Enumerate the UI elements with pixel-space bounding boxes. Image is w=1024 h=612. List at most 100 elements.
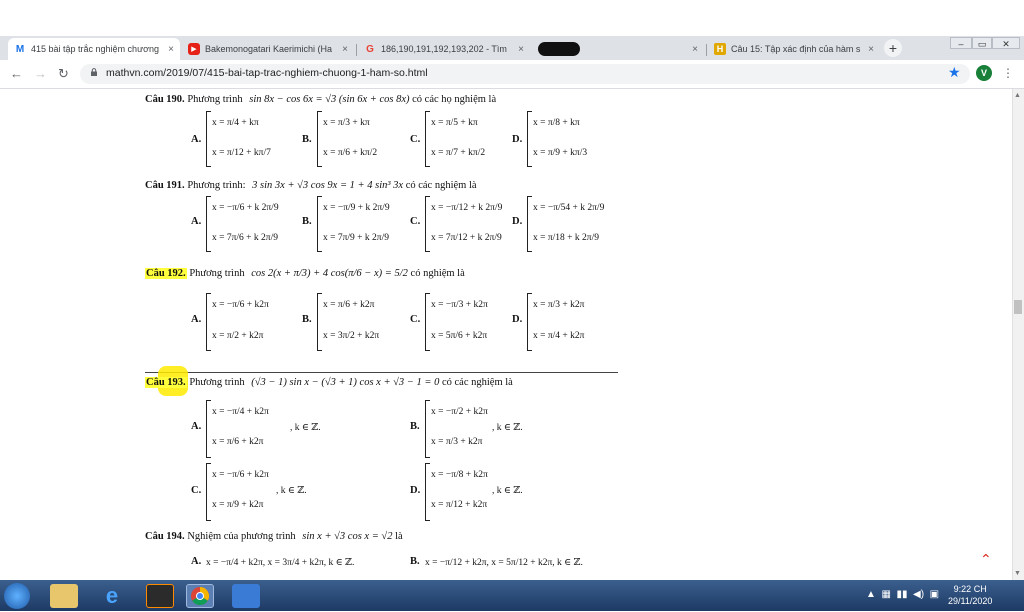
- tab-title: 186,190,191,192,193,202 - Tìm: [381, 44, 507, 54]
- q193-option-b[interactable]: B.: [410, 421, 420, 432]
- scroll-up-icon[interactable]: ▲: [1014, 92, 1021, 99]
- q191-option-d[interactable]: D.: [512, 216, 522, 227]
- url-text[interactable]: mathvn.com/2019/07/415-bai-tap-trac-nghi…: [106, 67, 428, 79]
- redaction-mark: [538, 42, 580, 56]
- tab-redacted[interactable]: ×: [532, 38, 704, 60]
- q190-d-line1: x = π/8 + kπ: [533, 118, 580, 128]
- reload-icon[interactable]: ↻: [58, 66, 69, 82]
- tab-title: Câu 15: Tập xác định của hàm s: [731, 44, 861, 54]
- q190-a-line2: x = π/12 + kπ/7: [212, 148, 271, 158]
- tab-google-search[interactable]: G 186,190,191,192,193,202 - Tìm ×: [358, 38, 530, 60]
- scroll-to-top-icon[interactable]: ⌃: [980, 551, 992, 568]
- q190-b-line2: x = π/6 + kπ/2: [323, 148, 378, 158]
- tab-title: 415 bài tập trắc nghiệm chương: [31, 44, 160, 54]
- close-window-button[interactable]: ✕: [992, 37, 1020, 49]
- media-player-icon[interactable]: [146, 584, 174, 608]
- q191-d-line2: x = π/18 + k 2π/9: [533, 233, 599, 243]
- top-strip: [0, 0, 1024, 36]
- q190-b-line1: x = π/3 + kπ: [323, 118, 370, 128]
- close-tab-icon[interactable]: ×: [518, 44, 524, 55]
- question-190: Câu 190. Phương trình sin 8x − cos 6x = …: [145, 94, 497, 105]
- tab-title: Bakemonogatari Kaerimichi (Ha: [205, 44, 333, 54]
- q191-option-b[interactable]: B.: [302, 216, 312, 227]
- tab-415-bai-tap[interactable]: M 415 bài tập trắc nghiệm chương ×: [8, 38, 180, 60]
- tab-bar: M 415 bài tập trắc nghiệm chương × ▶ Bak…: [0, 36, 1024, 60]
- q191-a-line2: x = 7π/6 + k 2π/9: [212, 233, 278, 243]
- chrome-taskbar-icon[interactable]: [186, 584, 214, 608]
- q193-d-line1: x = −π/8 + k2π: [431, 470, 488, 480]
- q191-b-line2: x = 7π/9 + k 2π/9: [323, 233, 389, 243]
- gmail-icon: M: [15, 43, 25, 55]
- q192-option-a[interactable]: A.: [191, 314, 201, 325]
- q191-option-c[interactable]: C.: [410, 216, 420, 227]
- minimize-button[interactable]: –: [950, 37, 972, 49]
- scrollbar-thumb[interactable]: [1014, 300, 1022, 314]
- new-tab-button[interactable]: +: [884, 39, 902, 57]
- q191-a-line1: x = −π/6 + k 2π/9: [212, 203, 279, 213]
- q193-a-line2: x = π/6 + k2π: [212, 437, 264, 447]
- question-193: Câu 193. Phương trình (√3 − 1) sin x − (…: [145, 377, 513, 388]
- q194-a-text: x = −π/4 + k2π, x = 3π/4 + k2π, k ∈ ℤ.: [206, 558, 355, 568]
- close-tab-icon[interactable]: ×: [868, 44, 874, 55]
- youtube-icon: ▶: [188, 43, 200, 55]
- q192-option-d[interactable]: D.: [512, 314, 522, 325]
- q193-d-suffix: , k ∈ ℤ.: [492, 486, 523, 496]
- menu-icon[interactable]: ⋮: [1002, 66, 1014, 80]
- start-button[interactable]: [4, 583, 30, 609]
- q190-option-a[interactable]: A.: [191, 134, 201, 145]
- q191-option-a[interactable]: A.: [191, 216, 201, 227]
- maximize-button[interactable]: ▭: [972, 37, 992, 49]
- scroll-down-icon[interactable]: ▼: [1014, 570, 1021, 577]
- q193-c-line1: x = −π/6 + k2π: [212, 470, 269, 480]
- page-content: [0, 89, 1012, 580]
- q192-d-line1: x = π/3 + k2π: [533, 300, 585, 310]
- q190-a-line1: x = π/4 + kπ: [212, 118, 259, 128]
- q190-option-c[interactable]: C.: [410, 134, 420, 145]
- avatar[interactable]: V: [976, 65, 992, 81]
- q193-b-line2: x = π/3 + k2π: [431, 437, 483, 447]
- q190-option-b[interactable]: B.: [302, 134, 312, 145]
- close-tab-icon[interactable]: ×: [692, 44, 698, 55]
- question-192: Câu 192. Phương trình cos 2(x + π/3) + 4…: [145, 268, 465, 279]
- q192-option-c[interactable]: C.: [410, 314, 420, 325]
- clock[interactable]: 9:22 CH 29/11/2020: [948, 583, 992, 607]
- q193-option-d[interactable]: D.: [410, 485, 420, 496]
- remote-desktop-icon[interactable]: [232, 584, 260, 608]
- google-icon: G: [366, 43, 374, 55]
- q192-a-line1: x = −π/6 + k2π: [212, 300, 269, 310]
- tab-bakemonogatari[interactable]: ▶ Bakemonogatari Kaerimichi (Ha ×: [182, 38, 354, 60]
- tab-cau-15[interactable]: H Câu 15: Tập xác định của hàm s ×: [708, 38, 880, 60]
- scrollbar[interactable]: [1012, 89, 1024, 580]
- file-explorer-icon[interactable]: [50, 584, 78, 608]
- q190-d-line2: x = π/9 + kπ/3: [533, 148, 588, 158]
- q193-option-a[interactable]: A.: [191, 421, 201, 432]
- q192-c-line1: x = −π/3 + k2π: [431, 300, 488, 310]
- q190-option-d[interactable]: D.: [512, 134, 522, 145]
- q192-b-line2: x = 3π/2 + k2π: [323, 331, 380, 341]
- internet-explorer-icon[interactable]: e: [98, 584, 126, 608]
- q194-option-a[interactable]: A.: [191, 556, 201, 567]
- q190-c-line1: x = π/5 + kπ: [431, 118, 478, 128]
- divider: [145, 372, 618, 373]
- close-tab-icon[interactable]: ×: [168, 44, 174, 55]
- q191-d-line1: x = −π/54 + k 2π/9: [533, 203, 605, 213]
- system-tray-icons[interactable]: ▲ ▦ ▮▮ ◀) ▣: [866, 589, 939, 600]
- q192-a-line2: x = π/2 + k2π: [212, 331, 264, 341]
- q193-option-c[interactable]: C.: [191, 485, 201, 496]
- question-194: Câu 194. Nghiệm của phương trình sin x +…: [145, 531, 403, 542]
- q193-b-suffix: , k ∈ ℤ.: [492, 423, 523, 433]
- q194-option-b[interactable]: B.: [410, 556, 420, 567]
- q191-b-line1: x = −π/9 + k 2π/9: [323, 203, 390, 213]
- bookmark-star-icon[interactable]: ★: [948, 64, 961, 81]
- hoc24-icon: H: [714, 43, 726, 55]
- q193-c-line2: x = π/9 + k2π: [212, 500, 264, 510]
- q192-option-b[interactable]: B.: [302, 314, 312, 325]
- close-tab-icon[interactable]: ×: [342, 44, 348, 55]
- back-icon[interactable]: ←: [10, 66, 23, 81]
- forward-icon[interactable]: →: [34, 66, 47, 81]
- lock-icon: [91, 68, 97, 76]
- q193-d-line2: x = π/12 + k2π: [431, 500, 488, 510]
- q191-c-line1: x = −π/12 + k 2π/9: [431, 203, 503, 213]
- q192-d-line2: x = π/4 + k2π: [533, 331, 585, 341]
- q194-b-text: x = −π/12 + k2π, x = 5π/12 + k2π, k ∈ ℤ.: [425, 558, 583, 568]
